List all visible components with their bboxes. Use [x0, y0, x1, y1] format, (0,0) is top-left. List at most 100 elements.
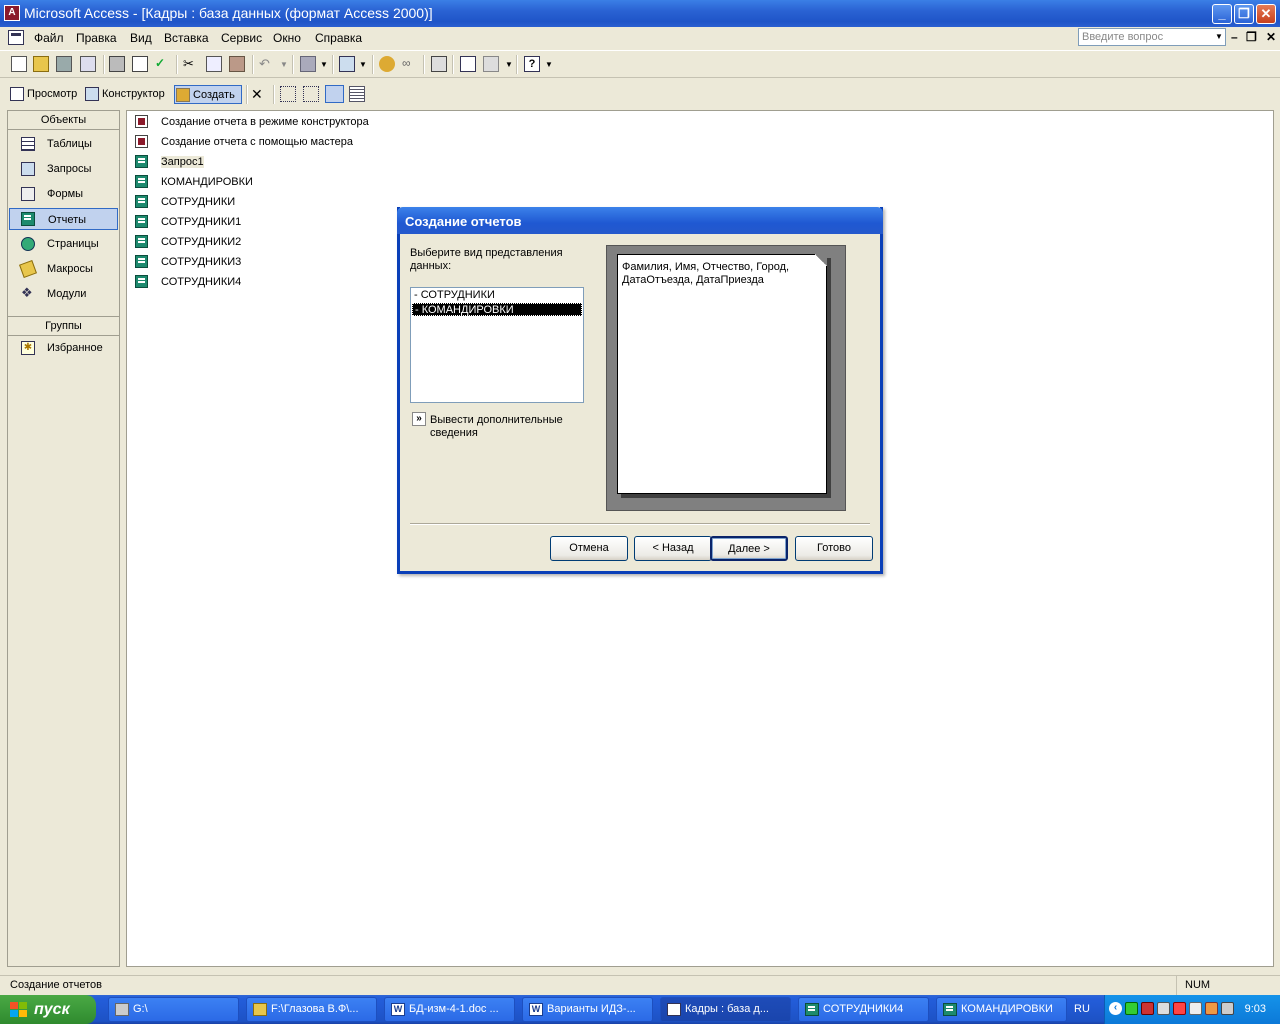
list-item[interactable]: Запрос1	[133, 153, 204, 171]
finish-button[interactable]: Готово	[795, 536, 873, 561]
analyze-icon[interactable]	[339, 56, 355, 72]
volume-icon[interactable]	[1189, 1002, 1202, 1015]
paste-icon[interactable]	[229, 56, 245, 72]
mdi-restore-button[interactable]: ❐	[1246, 30, 1257, 44]
menu-edit[interactable]: Правка	[76, 31, 117, 45]
properties-icon[interactable]	[431, 56, 447, 72]
script-icon[interactable]: ∞	[402, 56, 418, 72]
title-bar[interactable]: A Microsoft Access - [Кадры : база данны…	[0, 0, 1280, 27]
list-item[interactable]: Создание отчета с помощью мастера	[133, 133, 353, 151]
office-links-icon[interactable]	[300, 56, 316, 72]
task-label: БД-изм-4-1.doc ...	[409, 1003, 499, 1015]
list-item[interactable]: СОТРУДНИКИ3	[133, 253, 241, 271]
minimize-button[interactable]: _	[1212, 4, 1232, 24]
undo-dropdown-icon[interactable]: ▼	[280, 60, 288, 69]
menu-help[interactable]: Справка	[315, 31, 362, 45]
show-more-info-button[interactable]: »	[412, 412, 426, 426]
objects-header[interactable]: Объекты	[8, 111, 119, 130]
object-modules[interactable]: ❖ Модули	[9, 283, 118, 305]
list-item[interactable]: СОТРУДНИКИ	[133, 193, 235, 211]
task-report-trips[interactable]: КОМАНДИРОВКИ	[936, 997, 1067, 1022]
mdi-minimize-button[interactable]: –	[1231, 30, 1238, 44]
usb-icon[interactable]	[1221, 1002, 1234, 1015]
spelling-icon[interactable]: ✓	[155, 56, 171, 72]
report-wizard-dialog: Создание отчетов Выберите вид представле…	[397, 207, 883, 574]
group-favorites[interactable]: ✱ Избранное	[9, 337, 118, 359]
chevron-down-icon[interactable]: ▼	[1213, 29, 1225, 45]
small-icons-icon[interactable]	[303, 86, 319, 102]
language-indicator[interactable]: RU	[1074, 1003, 1090, 1015]
database-window-icon[interactable]	[8, 30, 24, 45]
print-preview-icon[interactable]	[132, 56, 148, 72]
menu-view[interactable]: Вид	[130, 31, 152, 45]
new-file-icon[interactable]	[11, 56, 27, 72]
task-report-employees4[interactable]: СОТРУДНИКИ4	[798, 997, 929, 1022]
clock[interactable]: 9:03	[1245, 1003, 1266, 1015]
help-question-input[interactable]: Введите вопрос ▼	[1078, 28, 1226, 46]
tray-expand-icon[interactable]: ‹	[1109, 1002, 1122, 1015]
file-search-icon[interactable]	[80, 56, 96, 72]
code-icon[interactable]	[379, 56, 395, 72]
antivirus-icon[interactable]	[1125, 1002, 1138, 1015]
list-item[interactable]: СОТРУДНИКИ4	[133, 273, 241, 291]
list-item[interactable]: СОТРУДНИКИ1	[133, 213, 241, 231]
cancel-button[interactable]: Отмена	[550, 536, 628, 561]
list-view-icon[interactable]	[325, 85, 344, 103]
preview-button[interactable]: Просмотр	[9, 85, 77, 104]
data-view-option-trips[interactable]: - КОМАНДИРОВКИ	[412, 303, 582, 316]
object-macros[interactable]: Макросы	[9, 258, 118, 280]
help-dropdown-icon[interactable]: ▼	[545, 60, 553, 69]
print-icon[interactable]	[109, 56, 125, 72]
groups-header[interactable]: Группы	[8, 316, 119, 336]
next-button[interactable]: Далее >	[710, 536, 788, 561]
save-icon[interactable]	[56, 56, 72, 72]
new-object-icon[interactable]	[483, 56, 499, 72]
object-queries[interactable]: Запросы	[9, 158, 118, 180]
close-button[interactable]: ✕	[1256, 4, 1276, 24]
create-button[interactable]: Создать	[174, 85, 242, 104]
object-forms[interactable]: Формы	[9, 183, 118, 205]
data-view-option-employees[interactable]: - СОТРУДНИКИ	[412, 289, 582, 302]
mdi-close-button[interactable]: ✕	[1266, 30, 1276, 44]
network-icon[interactable]	[1157, 1002, 1170, 1015]
menu-tools[interactable]: Сервис	[221, 31, 262, 45]
copy-icon[interactable]	[206, 56, 222, 72]
relationships-icon[interactable]	[460, 56, 476, 72]
delete-icon[interactable]: ✕	[251, 86, 267, 102]
object-reports[interactable]: Отчеты	[9, 208, 118, 230]
details-view-icon[interactable]	[349, 86, 365, 102]
task-drive-g[interactable]: G:\	[108, 997, 239, 1022]
cut-icon[interactable]: ✂	[183, 56, 199, 72]
task-word-doc[interactable]: W БД-изм-4-1.doc ...	[384, 997, 515, 1022]
new-object-dropdown-icon[interactable]: ▼	[505, 60, 513, 69]
help-icon[interactable]: ?	[524, 56, 540, 72]
list-item[interactable]: Создание отчета в режиме конструктора	[133, 113, 369, 131]
analyze-dropdown-icon[interactable]: ▼	[359, 60, 367, 69]
design-button[interactable]: Конструктор	[84, 85, 165, 104]
task-folder[interactable]: F:\Глазова В.Ф\...	[246, 997, 377, 1022]
object-pages[interactable]: Страницы	[9, 233, 118, 255]
menu-file[interactable]: Файл	[34, 31, 64, 45]
open-folder-icon[interactable]	[33, 56, 49, 72]
design-icon	[85, 87, 99, 101]
task-access-db[interactable]: Кадры : база д...	[660, 997, 791, 1022]
list-item[interactable]: КОМАНДИРОВКИ	[133, 173, 253, 191]
access-app-icon[interactable]: A	[4, 5, 20, 21]
dialog-title[interactable]: Создание отчетов	[397, 207, 883, 234]
security-icon[interactable]	[1141, 1002, 1154, 1015]
menu-insert[interactable]: Вставка	[164, 31, 209, 45]
data-view-list[interactable]: - СОТРУДНИКИ - КОМАНДИРОВКИ	[410, 287, 584, 403]
start-button[interactable]: пуск	[0, 995, 96, 1024]
large-icons-icon[interactable]	[280, 86, 296, 102]
show-more-info-label[interactable]: Вывести дополнительные сведения	[430, 414, 600, 440]
restore-button[interactable]: ❐	[1234, 4, 1254, 24]
menu-window[interactable]: Окно	[273, 31, 301, 45]
back-button[interactable]: < Назад	[634, 536, 712, 561]
alert-icon[interactable]	[1173, 1002, 1186, 1015]
update-icon[interactable]	[1205, 1002, 1218, 1015]
object-tables[interactable]: Таблицы	[9, 133, 118, 155]
task-word-variants[interactable]: W Варианты ИДЗ-...	[522, 997, 653, 1022]
undo-icon[interactable]: ↶	[259, 56, 275, 72]
list-item[interactable]: СОТРУДНИКИ2	[133, 233, 241, 251]
office-links-dropdown-icon[interactable]: ▼	[320, 60, 328, 69]
